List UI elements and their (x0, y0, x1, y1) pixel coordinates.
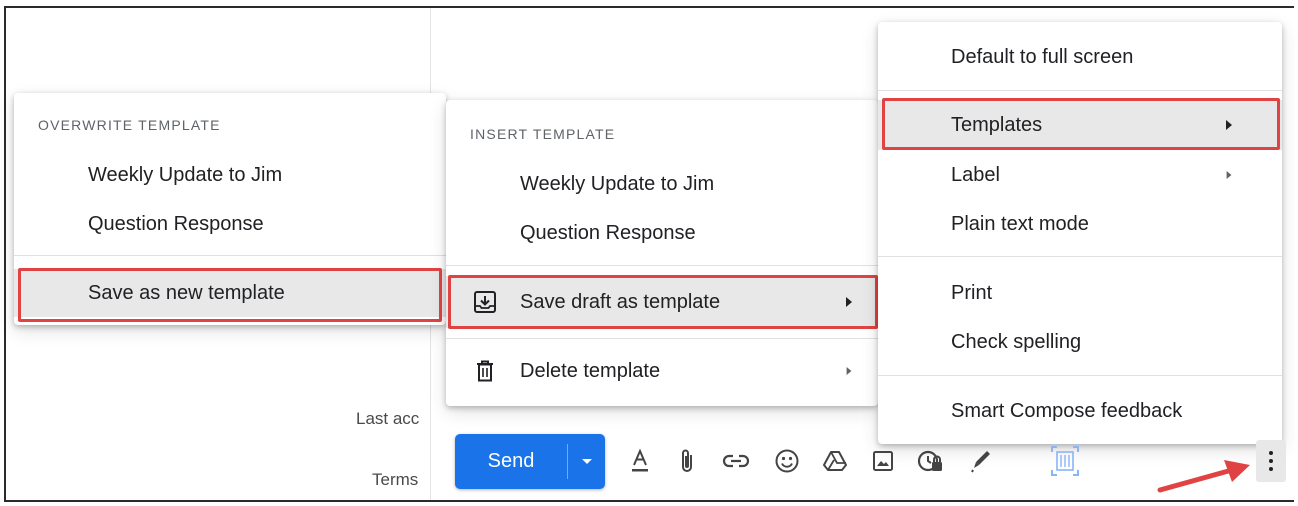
save-draft-as-template-item[interactable]: Save draft as template (446, 276, 878, 328)
save-draft-as-template-label: Save draft as template (520, 290, 721, 313)
insert-item-label: Question Response (520, 221, 696, 244)
delete-template-label: Delete template (520, 359, 661, 382)
plain-text-mode-item[interactable]: Plain text mode (878, 206, 1282, 242)
save-draft-icon (472, 289, 498, 315)
annotation-arrow-icon (1157, 460, 1250, 493)
check-spelling-item[interactable]: Check spelling (878, 324, 1282, 360)
more-options-icon[interactable] (1256, 440, 1286, 482)
drive-icon[interactable] (820, 444, 850, 478)
overwrite-template-heading: OVERWRITE TEMPLATE (38, 117, 221, 133)
format-text-icon[interactable] (625, 444, 655, 478)
insert-item-question-response[interactable]: Question Response (446, 215, 878, 251)
smart-compose-feedback-label: Smart Compose feedback (951, 399, 1183, 422)
label-item[interactable]: Label (878, 157, 1282, 193)
trash-icon (474, 359, 496, 383)
more-options-menu: Default to full screen Templates Label P… (878, 22, 1282, 444)
insert-template-menu: INSERT TEMPLATE Weekly Update to Jim Que… (446, 100, 878, 406)
dot (1269, 459, 1273, 463)
photo-icon[interactable] (868, 444, 898, 478)
overwrite-item-label: Question Response (88, 212, 264, 235)
send-options-dropdown[interactable] (568, 434, 605, 489)
send-label: Send (487, 450, 535, 472)
delete-template-item[interactable]: Delete template (446, 350, 878, 392)
insert-item-label: Weekly Update to Jim (520, 172, 715, 195)
insert-template-heading: INSERT TEMPLATE (470, 126, 616, 142)
chevron-right-icon (846, 367, 852, 375)
default-full-screen-label: Default to full screen (951, 45, 1134, 68)
print-label: Print (951, 281, 993, 304)
templates-label: Templates (951, 113, 1043, 136)
chevron-right-icon (1226, 120, 1232, 130)
save-as-new-template-label: Save as new template (88, 281, 285, 304)
plain-text-mode-label: Plain text mode (951, 212, 1089, 235)
print-item[interactable]: Print (878, 275, 1282, 311)
templates-item[interactable]: Templates (878, 100, 1282, 150)
signature-icon[interactable] (966, 444, 996, 478)
overwrite-item-question-response[interactable]: Question Response (14, 206, 446, 242)
caret-down-icon (581, 459, 592, 464)
last-account-text: Last acc (356, 409, 420, 428)
layout-icon[interactable] (1048, 442, 1082, 480)
confidential-icon[interactable] (916, 444, 946, 478)
menu-divider (446, 265, 878, 266)
overwrite-template-menu: OVERWRITE TEMPLATE Weekly Update to Jim … (14, 93, 446, 325)
save-as-new-template-item[interactable]: Save as new template (14, 269, 446, 317)
menu-divider (14, 255, 446, 256)
send-button[interactable]: Send (455, 434, 605, 489)
chevron-right-icon (1226, 171, 1232, 179)
check-spelling-label: Check spelling (951, 330, 1082, 353)
emoji-icon[interactable] (772, 444, 802, 478)
label-label: Label (951, 163, 1000, 186)
terms-link[interactable]: Terms (372, 470, 418, 490)
overwrite-item-weekly-update[interactable]: Weekly Update to Jim (14, 157, 446, 193)
chevron-right-icon (846, 297, 852, 307)
dot (1269, 451, 1273, 455)
dot (1269, 467, 1273, 471)
overwrite-item-label: Weekly Update to Jim (88, 163, 283, 186)
smart-compose-feedback-item[interactable]: Smart Compose feedback (878, 393, 1282, 429)
attach-icon[interactable] (672, 444, 702, 478)
link-icon[interactable] (721, 444, 751, 478)
insert-item-weekly-update[interactable]: Weekly Update to Jim (446, 166, 878, 202)
menu-divider (878, 375, 1282, 376)
menu-divider (446, 338, 878, 339)
default-full-screen-item[interactable]: Default to full screen (878, 38, 1282, 76)
menu-divider (878, 256, 1282, 257)
menu-divider (878, 90, 1282, 91)
